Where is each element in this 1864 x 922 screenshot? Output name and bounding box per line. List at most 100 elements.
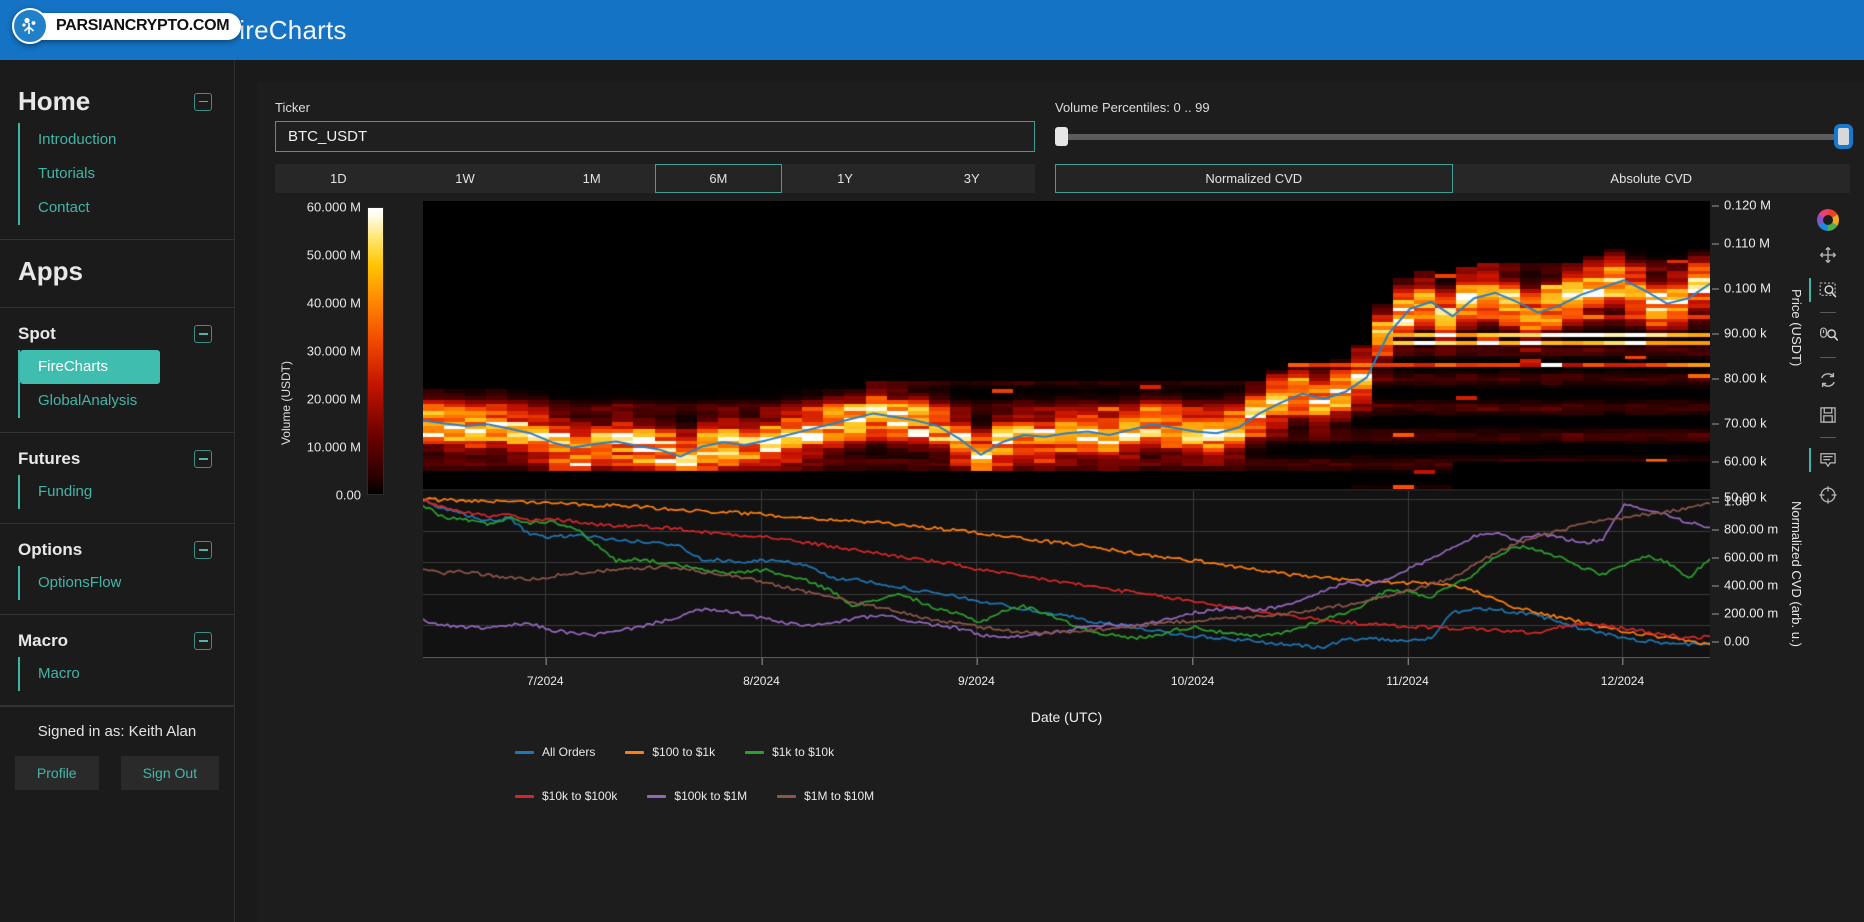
x-tick: 10/2024 bbox=[1170, 658, 1215, 688]
sidebar-item-introduction[interactable]: Introduction bbox=[20, 123, 234, 157]
colorbar-tick: 20.000 M bbox=[306, 391, 361, 407]
legend-label: $100 to $1k bbox=[652, 745, 716, 759]
cvd-tick: 600.00 m bbox=[1711, 549, 1779, 565]
legend-swatch-icon bbox=[647, 794, 667, 798]
wheel-zoom-icon[interactable] bbox=[1815, 322, 1841, 348]
legend-label: $10k to $100k bbox=[542, 789, 618, 803]
app-header: ...ri Dashboard - FireCharts PARSIANCRYP… bbox=[0, 0, 1864, 60]
slider-handle-max[interactable] bbox=[1837, 127, 1850, 146]
ticker-control: Ticker bbox=[275, 100, 1035, 152]
sidebar-item-optionsflow[interactable]: OptionsFlow bbox=[20, 566, 234, 600]
price-tick: 0.100 M bbox=[1712, 280, 1771, 296]
cvd-mode-normalized[interactable]: Normalized CVD bbox=[1055, 164, 1453, 193]
timeframe-6m[interactable]: 6M bbox=[655, 164, 782, 193]
sidebar-section-header[interactable]: Home bbox=[0, 80, 234, 123]
app-root: ...ri Dashboard - FireCharts PARSIANCRYP… bbox=[0, 0, 1864, 922]
watermark: PARSIANCRYPTO.COM bbox=[12, 8, 242, 44]
sidebar-section-macro: Macro Macro bbox=[0, 615, 234, 706]
cvd-tick: 1.00 bbox=[1711, 493, 1750, 509]
sign-out-button[interactable]: Sign Out bbox=[120, 756, 220, 790]
minus-box-icon[interactable] bbox=[194, 632, 212, 650]
sidebar-section-header[interactable]: Spot bbox=[0, 318, 234, 350]
x-tick: 12/2024 bbox=[1600, 658, 1645, 688]
toolbar-divider bbox=[1820, 357, 1836, 358]
sidebar-section-header[interactable]: Options bbox=[0, 534, 234, 566]
profile-button[interactable]: Profile bbox=[14, 756, 99, 790]
minus-box-icon[interactable] bbox=[194, 450, 212, 468]
account-actions: Profile Sign Out bbox=[0, 756, 234, 790]
cvd-line-chart[interactable] bbox=[423, 491, 1710, 657]
cvd-tick: 800.00 m bbox=[1711, 521, 1779, 537]
colorbar-ticks: 0.00 10.000 M 20.000 M 30.000 M 40.000 M… bbox=[275, 200, 384, 503]
sidebar-item-tutorials[interactable]: Tutorials bbox=[20, 157, 234, 191]
sidebar-section-title: Macro bbox=[18, 631, 69, 650]
minus-box-icon[interactable] bbox=[194, 92, 212, 111]
sidebar-item-funding[interactable]: Funding bbox=[20, 475, 234, 509]
colorbar-tick: 60.000 M bbox=[306, 199, 361, 215]
chart-toolbar bbox=[1806, 201, 1850, 922]
signed-in-label: Signed in as: Keith Alan bbox=[37, 723, 197, 740]
chart-area: Volume (USDT) 0.00 10.000 M 20.000 M 30.… bbox=[275, 197, 1850, 922]
legend-row: All Orders $100 to $1k $1k to $10k bbox=[515, 745, 1806, 759]
legend-label: $1k to $10k bbox=[772, 745, 835, 759]
sidebar-item-list: OptionsFlow bbox=[18, 566, 234, 600]
timeframe-1d[interactable]: 1D bbox=[275, 164, 402, 193]
cvd-mode-absolute[interactable]: Absolute CVD bbox=[1452, 164, 1850, 193]
price-tick: 60.00 k bbox=[1712, 453, 1767, 469]
minus-box-icon[interactable] bbox=[194, 541, 212, 559]
legend-label: $1M to $10M bbox=[804, 789, 875, 803]
legend-item-10k-to-100k[interactable]: $10k to $100k bbox=[515, 789, 617, 803]
legend-item-1m-to-10m[interactable]: $1M to $10M bbox=[777, 789, 874, 803]
legend-item-100-to-1k[interactable]: $100 to $1k bbox=[625, 745, 715, 759]
timeframe-1w[interactable]: 1W bbox=[401, 164, 529, 193]
sidebar-item-macro[interactable]: Macro bbox=[20, 657, 234, 691]
save-icon[interactable] bbox=[1815, 402, 1841, 428]
slider-track[interactable] bbox=[1055, 133, 1850, 140]
hover-icon[interactable] bbox=[1809, 447, 1841, 473]
x-axis-label: Date (UTC) bbox=[1030, 709, 1103, 725]
price-tick: 0.120 M bbox=[1712, 197, 1771, 213]
x-axis-spacer bbox=[1710, 657, 1806, 697]
colorbar-tick: 0.00 bbox=[335, 487, 361, 503]
sidebar-item-list: Macro bbox=[18, 657, 234, 691]
sidebar-item-firecharts[interactable]: FireCharts bbox=[20, 350, 160, 384]
crosshair-icon[interactable] bbox=[1815, 482, 1841, 508]
bokeh-logo-icon[interactable] bbox=[1815, 207, 1841, 233]
legend-item-1k-to-10k[interactable]: $1k to $10k bbox=[745, 745, 834, 759]
colorbar-tick: 50.000 M bbox=[306, 247, 361, 263]
price-axis-label: Price (USDT) bbox=[1789, 289, 1804, 367]
colorbar-gradient bbox=[367, 207, 384, 495]
heatmap-row: 0.120 M 0.110 M 0.100 M 90.00 k 80.00 k … bbox=[423, 197, 1806, 505]
reset-icon[interactable] bbox=[1815, 367, 1841, 393]
legend-row: $10k to $100k $100k to $1M $1M to $10M bbox=[515, 789, 1806, 803]
x-tick: 9/2024 bbox=[958, 658, 995, 688]
volume-range-slider[interactable] bbox=[1055, 121, 1850, 152]
slider-handle-min[interactable] bbox=[1055, 127, 1068, 146]
sidebar-section-options: Options OptionsFlow bbox=[0, 524, 234, 615]
colorbar-tick: 40.000 M bbox=[306, 295, 361, 311]
volume-heatmap[interactable] bbox=[423, 201, 1710, 489]
sidebar-item-list: Introduction Tutorials Contact bbox=[18, 123, 234, 225]
minus-box-icon[interactable] bbox=[194, 325, 212, 343]
timeframe-3y[interactable]: 3Y bbox=[908, 164, 1036, 193]
price-axis: 0.120 M 0.110 M 0.100 M 90.00 k 80.00 k … bbox=[1710, 197, 1806, 505]
timeframe-1m[interactable]: 1M bbox=[528, 164, 656, 193]
sidebar-item-globalanalysis[interactable]: GlobalAnalysis bbox=[20, 384, 234, 418]
sidebar-section-spot: Spot FireCharts GlobalAnalysis bbox=[0, 308, 234, 433]
price-tick: 0.110 M bbox=[1711, 235, 1771, 251]
sidebar-item-contact[interactable]: Contact bbox=[20, 191, 234, 225]
pan-icon[interactable] bbox=[1815, 242, 1841, 268]
timeframe-1y[interactable]: 1Y bbox=[781, 164, 909, 193]
box-zoom-icon[interactable] bbox=[1809, 277, 1841, 303]
sidebar-section-header[interactable]: Futures bbox=[0, 443, 234, 475]
toolbar-divider bbox=[1820, 312, 1836, 313]
legend-item-all-orders[interactable]: All Orders bbox=[515, 745, 595, 759]
account-block: Signed in as: Keith Alan Profile Sign Ou… bbox=[0, 706, 234, 810]
price-tick: 80.00 k bbox=[1712, 370, 1767, 386]
sidebar-section-home: Home Introduction Tutorials Contact bbox=[0, 70, 234, 240]
ticker-input[interactable] bbox=[275, 121, 1035, 152]
cvd-tick: 0.00 bbox=[1711, 633, 1750, 649]
sidebar-section-header[interactable]: Macro bbox=[0, 625, 234, 657]
cvd-mode-button-group: Normalized CVD Absolute CVD bbox=[1055, 164, 1850, 193]
legend-item-100k-to-1m[interactable]: $100k to $1M bbox=[647, 789, 747, 803]
